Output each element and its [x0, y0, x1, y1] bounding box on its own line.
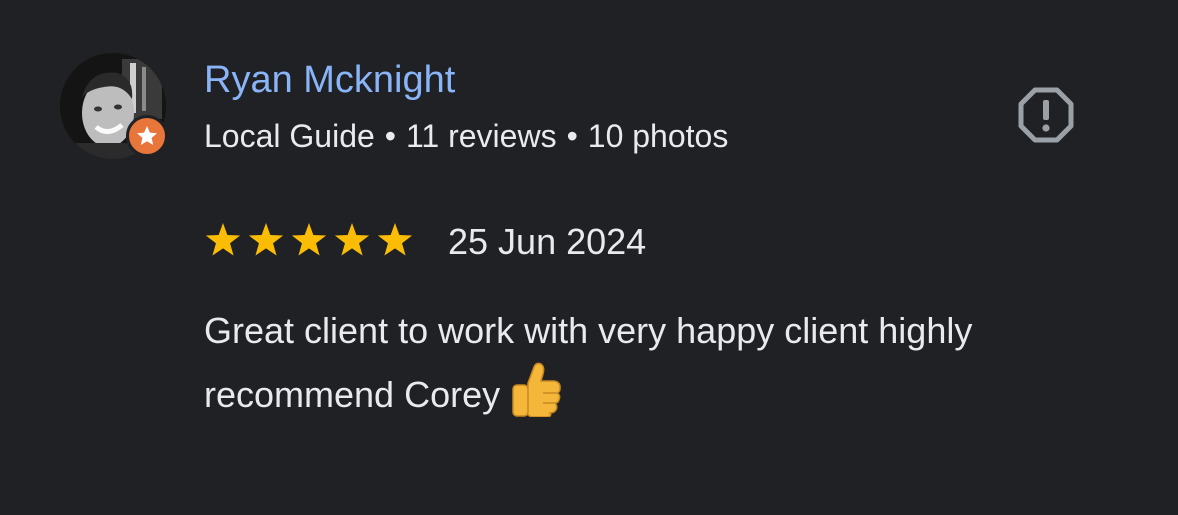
author-meta: Local Guide • 11 reviews • 10 photos — [204, 116, 728, 156]
star-icon — [248, 223, 284, 256]
report-review-button[interactable] — [1016, 85, 1076, 145]
report-flag-icon — [1018, 87, 1074, 143]
meta-separator: • — [566, 118, 578, 154]
local-guide-badge — [126, 115, 168, 157]
star-icon — [334, 223, 370, 256]
review-card: Ryan Mcknight Local Guide • 11 reviews • 10 … — [0, 0, 1178, 515]
author-avatar[interactable] — [60, 53, 168, 161]
star-rating — [205, 223, 413, 256]
meta-separator: • — [384, 118, 396, 154]
thumbs-up-icon — [510, 361, 564, 435]
review-text: Great client to work with very happy cli… — [204, 300, 1104, 435]
local-guide-label: Local Guide — [204, 118, 375, 154]
review-body: Great client to work with very happy cli… — [204, 310, 973, 415]
author-name-link[interactable]: Ryan Mcknight — [204, 58, 455, 102]
star-icon — [377, 223, 413, 256]
review-date: 25 Jun 2024 — [448, 221, 647, 262]
star-icon — [205, 223, 241, 256]
review-count: 11 reviews — [405, 118, 557, 154]
star-icon — [291, 223, 327, 256]
local-guide-star-icon — [137, 126, 157, 145]
photo-count: 10 photos — [587, 118, 729, 154]
